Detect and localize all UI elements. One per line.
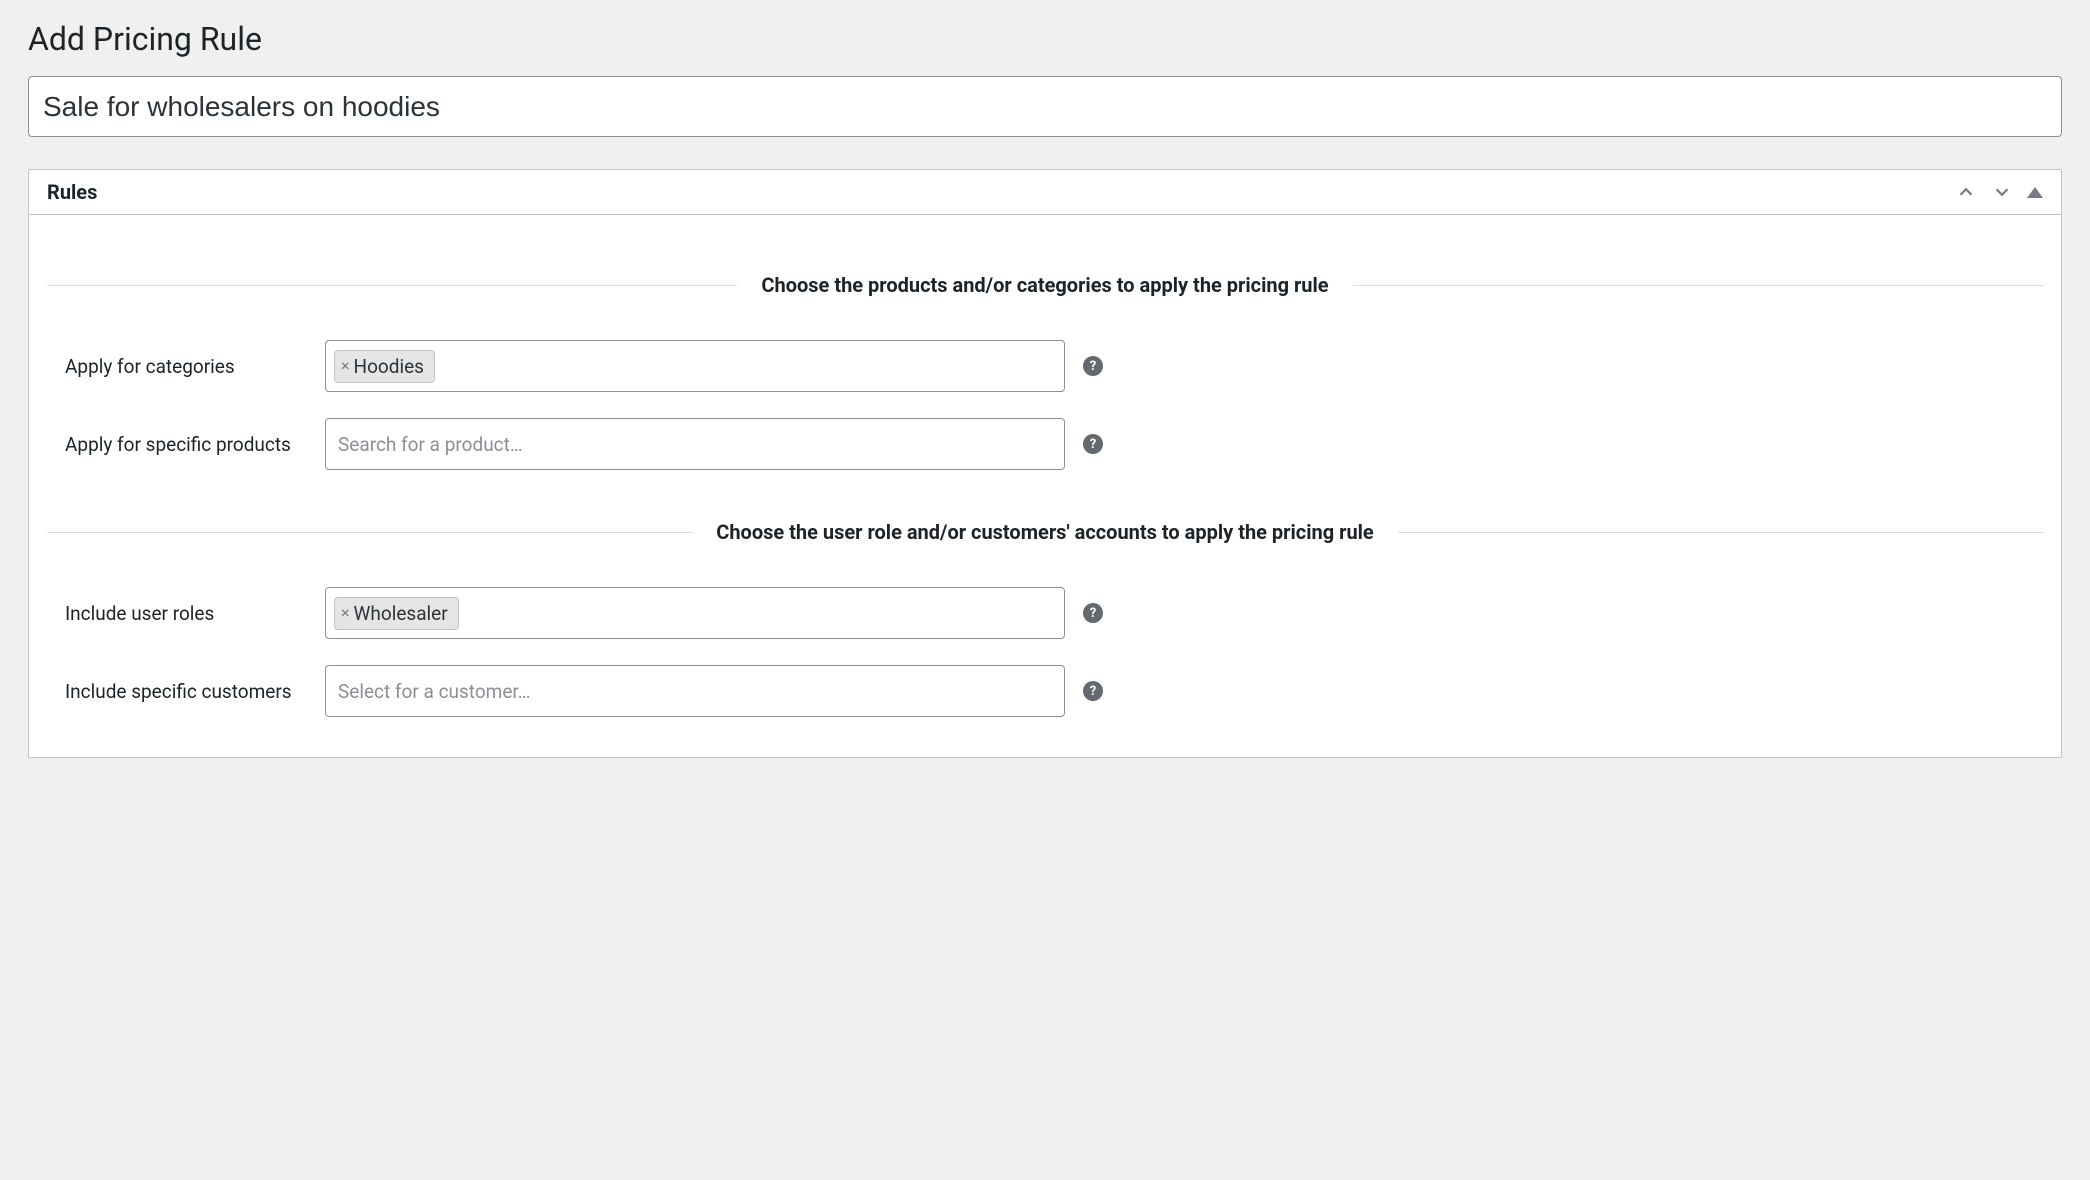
users-section-heading: Choose the user role and/or customers' a… [47,518,2043,547]
user-roles-input[interactable]: × Wholesaler [325,587,1065,639]
products-label: Apply for specific products [65,418,325,460]
panel-body: Choose the products and/or categories to… [29,215,2061,757]
divider-line [1353,285,2043,286]
remove-tag-icon[interactable]: × [341,358,350,374]
help-icon[interactable]: ? [1083,434,1103,454]
products-input[interactable]: Search for a product… [325,418,1065,470]
user-roles-label: Include user roles [65,587,325,629]
rule-name-input[interactable] [28,76,2062,137]
divider-line [1398,532,2043,533]
section-heading-label: Choose the user role and/or customers' a… [692,518,1398,547]
chevron-up-icon[interactable] [1955,181,1977,203]
products-placeholder: Search for a product… [334,433,523,456]
tag-label: Hoodies [354,355,424,378]
user-role-tag: × Wholesaler [334,597,459,630]
categories-label: Apply for categories [65,340,325,382]
help-icon[interactable]: ? [1083,603,1103,623]
divider-line [47,532,692,533]
page-title: Add Pricing Rule [28,20,2062,58]
panel-header: Rules [29,170,2061,215]
chevron-down-icon[interactable] [1991,181,2013,203]
remove-tag-icon[interactable]: × [341,605,350,621]
divider-line [47,285,737,286]
customers-label: Include specific customers [65,665,325,707]
customers-field-row: Include specific customers Select for a … [47,665,2043,717]
tag-label: Wholesaler [354,602,448,625]
products-section-heading: Choose the products and/or categories to… [47,271,2043,300]
category-tag: × Hoodies [334,350,435,383]
section-heading-label: Choose the products and/or categories to… [737,271,1352,300]
rules-panel: Rules Choose the products and/or categor… [28,169,2062,758]
products-field-row: Apply for specific products Search for a… [47,418,2043,470]
panel-title: Rules [47,180,97,204]
help-icon[interactable]: ? [1083,356,1103,376]
categories-input[interactable]: × Hoodies [325,340,1065,392]
collapse-toggle-icon[interactable] [2027,187,2043,198]
panel-controls [1955,181,2043,203]
customers-input[interactable]: Select for a customer… [325,665,1065,717]
customers-placeholder: Select for a customer… [334,680,530,703]
user-roles-field-row: Include user roles × Wholesaler ? [47,587,2043,639]
categories-field-row: Apply for categories × Hoodies ? [47,340,2043,392]
help-icon[interactable]: ? [1083,681,1103,701]
